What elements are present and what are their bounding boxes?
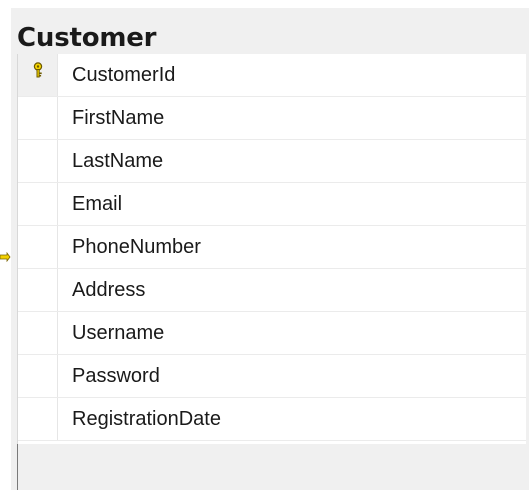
key-icon bbox=[33, 62, 42, 78]
column-row-address[interactable]: Address bbox=[18, 269, 526, 312]
row-selector[interactable] bbox=[18, 312, 58, 354]
row-selector[interactable] bbox=[18, 226, 58, 268]
column-row-phonenumber[interactable]: PhoneNumber bbox=[18, 226, 526, 269]
column-name: Username bbox=[72, 321, 165, 344]
column-row-customerid[interactable]: CustomerId bbox=[18, 54, 526, 97]
column-row-firstname[interactable]: FirstName bbox=[18, 97, 526, 140]
row-selector[interactable] bbox=[18, 54, 58, 96]
row-selector[interactable] bbox=[18, 355, 58, 397]
column-name: Address bbox=[72, 278, 146, 301]
row-selector[interactable] bbox=[18, 269, 58, 311]
column-grid: CustomerId FirstName LastName Email Phon… bbox=[17, 54, 526, 444]
column-row-password[interactable]: Password bbox=[18, 355, 526, 398]
row-selector[interactable] bbox=[18, 140, 58, 182]
column-row-registrationdate[interactable]: RegistrationDate bbox=[18, 398, 526, 441]
row-selector[interactable] bbox=[18, 183, 58, 225]
column-name: PhoneNumber bbox=[72, 235, 201, 258]
table-border-line bbox=[17, 444, 18, 490]
column-row-lastname[interactable]: LastName bbox=[18, 140, 526, 183]
column-name: LastName bbox=[72, 149, 164, 172]
column-name: Email bbox=[72, 192, 123, 215]
column-row-email[interactable]: Email bbox=[18, 183, 526, 226]
column-row-username[interactable]: Username bbox=[18, 312, 526, 355]
diagram-canvas: Customer CustomerId FirstName LastName E… bbox=[0, 0, 531, 490]
column-name: FirstName bbox=[72, 106, 165, 129]
table-title: Customer bbox=[17, 23, 157, 53]
row-selector[interactable] bbox=[18, 97, 58, 139]
column-name: Password bbox=[72, 364, 160, 387]
relationship-connector-icon[interactable] bbox=[0, 252, 11, 262]
column-name: CustomerId bbox=[72, 63, 176, 86]
row-selector[interactable] bbox=[18, 398, 58, 440]
column-name: RegistrationDate bbox=[72, 407, 221, 430]
